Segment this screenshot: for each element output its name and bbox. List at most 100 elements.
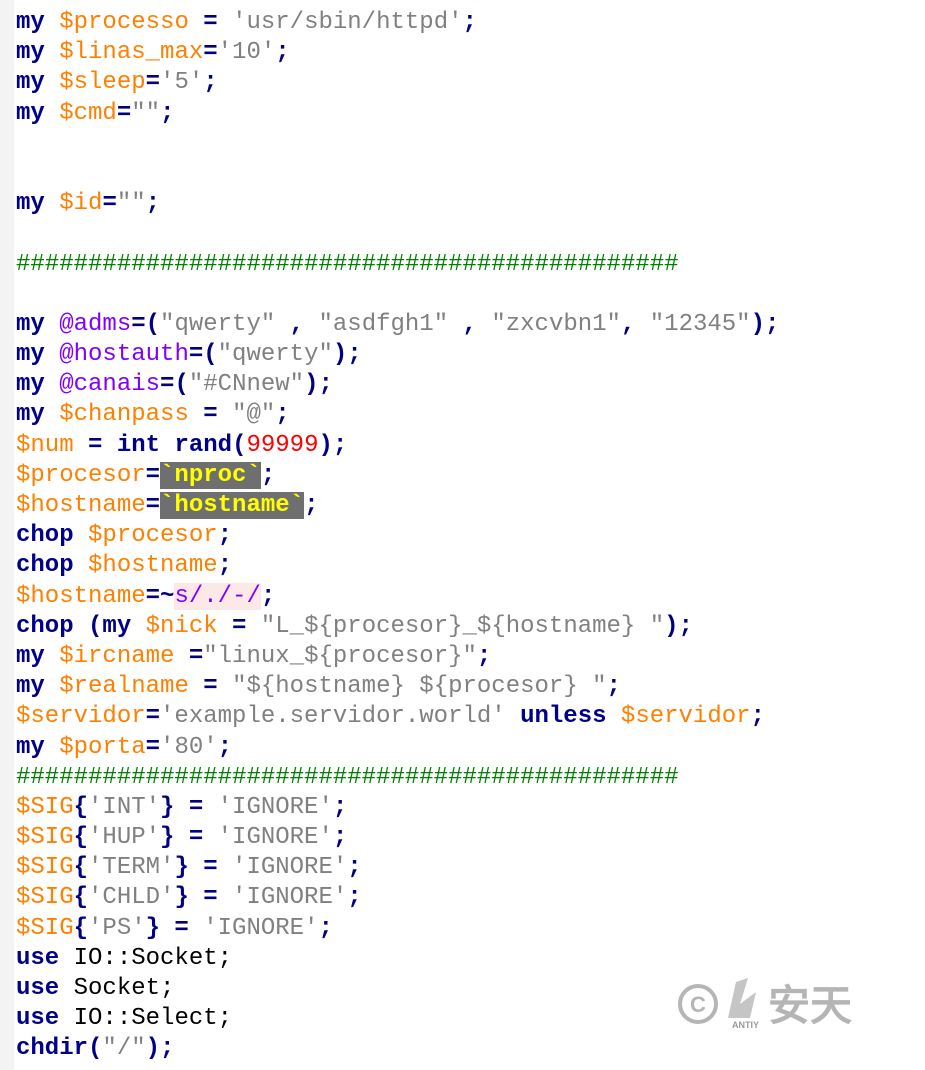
code-token-op: ( xyxy=(88,612,103,640)
code-line: my @hostauth=("qwerty"); xyxy=(16,340,779,370)
code-line: $SIG{'CHLD'} = 'IGNORE'; xyxy=(16,883,779,913)
code-token-op: = xyxy=(145,703,161,731)
code-token-kw: my xyxy=(16,310,45,338)
code-line: ########################################… xyxy=(16,250,779,280)
code-token-op: =( xyxy=(188,341,218,369)
code-token-var: $sleep xyxy=(59,69,146,97)
code-token-kw: my xyxy=(16,9,45,36)
code-token-var: $hostname xyxy=(16,492,146,519)
code-token-op: { xyxy=(73,854,89,882)
code-line: chdir("/"); xyxy=(16,1034,779,1064)
code-token-op: ); xyxy=(332,341,362,369)
code-token-op: ); xyxy=(304,371,333,399)
code-token-op: = xyxy=(217,612,261,640)
code-line: $servidor='example.servidor.world' unles… xyxy=(16,702,779,732)
code-token-str: 'IGNORE' xyxy=(217,824,333,852)
code-token-var: $SIG xyxy=(16,854,74,882)
code-token-str: '80' xyxy=(160,733,218,761)
code-token-op: , xyxy=(448,310,492,338)
code-line: use IO::Socket; xyxy=(16,944,779,974)
code-token-str: 'IGNORE' xyxy=(232,884,348,912)
code-token-op: ; xyxy=(304,492,319,519)
code-token-var: $hostname xyxy=(16,582,146,610)
code-token-kw: use xyxy=(16,944,60,972)
code-token-str: "zxcvbn1" xyxy=(491,310,621,338)
code-token-op: } = xyxy=(174,884,233,912)
code-token-kw: my xyxy=(102,612,132,640)
code-token-bt: `hostname` xyxy=(160,492,305,519)
code-token-op: ); xyxy=(318,431,348,459)
code-token-op: = xyxy=(188,9,233,36)
code-token-op: ; xyxy=(347,884,362,912)
code-token-op: ; xyxy=(332,824,348,852)
code-line: $procesor=`nproc`; xyxy=(16,461,779,491)
code-token-op: ; xyxy=(260,582,276,610)
code-token-var: $SIG xyxy=(16,793,74,821)
code-token-str: "qwerty" xyxy=(160,310,276,338)
code-token-var: $porta xyxy=(59,733,146,761)
code-token-str: "asdfgh1" xyxy=(318,310,449,338)
code-editor[interactable]: my $processo = 'usr/sbin/httpd'; my $lina… xyxy=(16,8,779,1065)
code-line: chop $procesor; xyxy=(16,521,779,551)
code-token-kw: use xyxy=(16,1005,60,1033)
code-token-op: ; xyxy=(750,703,765,731)
code-token-kw: chop xyxy=(16,552,74,580)
code-line: use Socket; xyxy=(16,974,779,1004)
code-token-var: $procesor xyxy=(16,461,146,489)
code-token-op: = xyxy=(145,461,161,489)
code-token-op: = xyxy=(102,190,117,218)
code-token-kw: my xyxy=(16,190,45,218)
code-token-op: ; xyxy=(318,914,333,942)
code-token-op: } = xyxy=(174,854,233,882)
code-token-var: $linas_max xyxy=(59,39,204,67)
code-token-op: ; xyxy=(275,39,290,67)
code-token-op: = xyxy=(174,642,204,670)
code-line: chop $hostname; xyxy=(16,551,779,581)
code-token-kw: my xyxy=(16,733,45,761)
code-token-kw: unless xyxy=(520,703,607,731)
code-token-kw: int xyxy=(116,431,161,459)
code-token-op: = xyxy=(73,431,117,459)
code-line: $SIG{'TERM'} = 'IGNORE'; xyxy=(16,853,779,883)
code-line: my $porta='80'; xyxy=(16,733,779,763)
code-token-var: $nick xyxy=(145,612,218,640)
code-line: my @canais=("#CNnew"); xyxy=(16,370,779,400)
code-token-str: 'IGNORE' xyxy=(232,854,348,882)
code-line: use IO::Select; xyxy=(16,1004,779,1034)
antiy-brand-text: 安天 xyxy=(768,981,852,1030)
code-token-op: { xyxy=(73,793,89,821)
antiy-logo-icon xyxy=(728,978,756,1018)
code-token-str: "12345" xyxy=(649,310,751,338)
code-token-op: = xyxy=(203,39,218,67)
code-token-var: $chanpass xyxy=(59,401,189,429)
code-token-str: 'INT' xyxy=(88,793,161,821)
code-token-str: 'IGNORE' xyxy=(217,793,333,821)
code-token-var: $SIG xyxy=(16,884,74,912)
code-token-cmt: ########################################… xyxy=(16,763,679,791)
code-token-arr: @adms xyxy=(59,310,132,338)
code-token-op: ; xyxy=(203,69,218,97)
code-token-var: $realname xyxy=(59,673,189,701)
code-token-str: "@" xyxy=(232,401,276,429)
code-token-str: "#CNnew" xyxy=(188,371,305,399)
code-token-op: ; xyxy=(217,552,233,580)
code-line: my $id=""; xyxy=(16,189,779,219)
code-token-kw: rand xyxy=(174,431,233,459)
code-line: my $chanpass = "@"; xyxy=(16,400,779,430)
code-token-op: ; xyxy=(606,673,621,701)
code-token-str: 'HUP' xyxy=(88,824,161,852)
code-token-op: ; xyxy=(217,522,233,550)
antiy-watermark: C ANTIY 安天 xyxy=(678,978,852,1030)
code-token-rx: s/./-/ xyxy=(174,582,261,610)
code-token-kw: use xyxy=(16,975,60,1002)
